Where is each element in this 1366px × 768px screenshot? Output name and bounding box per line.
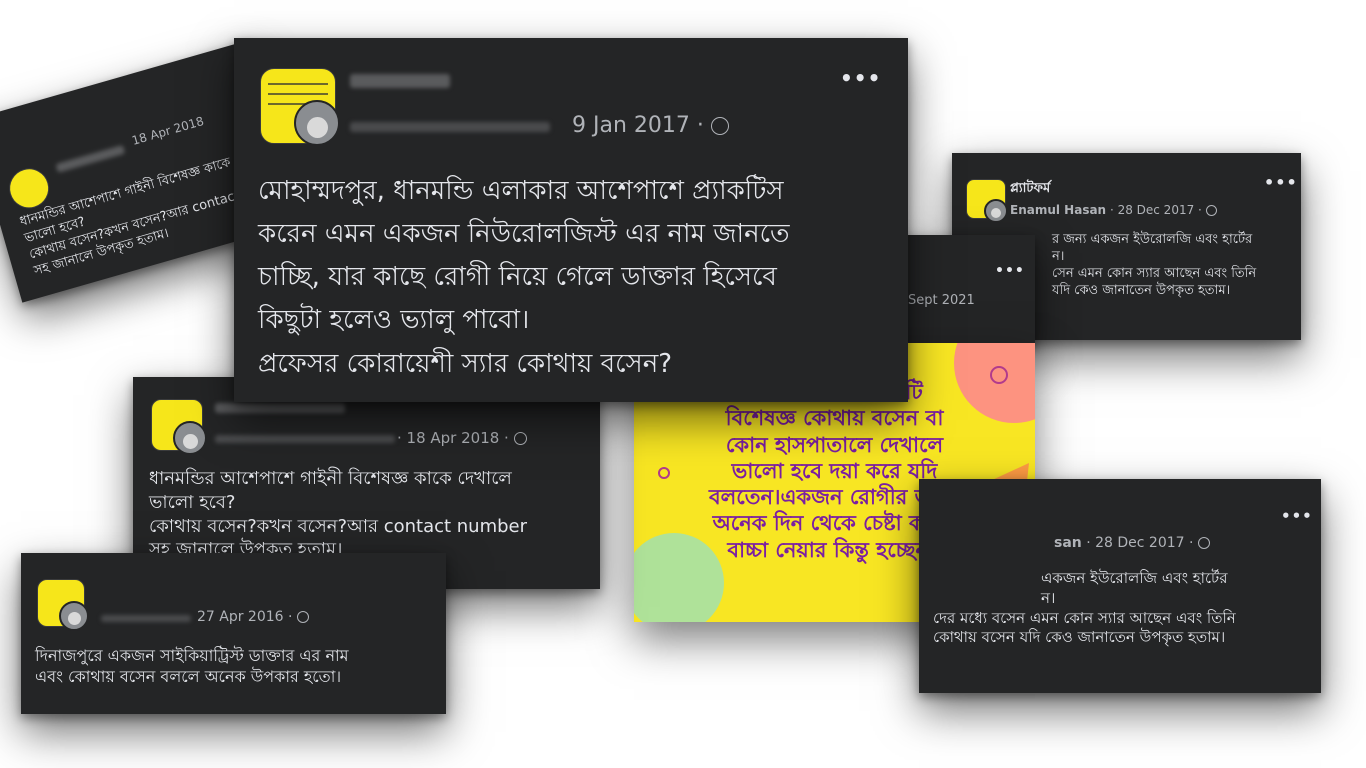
post-line: যদি কেও জানাতেন উপকৃত হতাম। [1052, 283, 1231, 299]
blurred-author-sub [215, 435, 395, 443]
post-line: প্রফেসর কোরায়েশী স্যার কোথায় বসেন? [258, 348, 673, 379]
globe-icon [710, 117, 729, 135]
post-date: 18 Apr 2018 [130, 113, 206, 148]
post-line: দের মধ্যে বসেন এমন কোন স্যার আছেন এবং তি… [933, 608, 1236, 627]
poster-line: কোন হাসপাতালে দেখালে [725, 432, 944, 457]
post-meta: 9 Jan 2017 · [572, 113, 729, 138]
author-avatar [984, 199, 1008, 223]
post-date[interactable]: 27 Apr 2016 · [197, 609, 292, 625]
more-options-icon[interactable]: ••• [1281, 507, 1313, 525]
post-line: ন। [1041, 588, 1056, 607]
more-options-icon[interactable]: ••• [840, 66, 881, 90]
globe-icon [513, 432, 527, 445]
dinajpur-post-card: 27 Apr 2016 · দিনাজপুরে একজন সাইকিয়াট্র… [21, 553, 446, 714]
author-name[interactable]: san [1054, 535, 1082, 551]
post-line: কিছুটা হলেও ভ্যালু পাবো। [258, 305, 530, 336]
post-meta: san · 28 Dec 2017 · [1054, 535, 1210, 551]
post-meta: Enamul Hasan · 28 Dec 2017 · [1010, 203, 1217, 217]
post-line: ন। [1052, 249, 1065, 265]
post-body: একজন ইউরোলজি এবং হার্টের ন। দের মধ্যে বস… [933, 569, 1236, 648]
blurred-author-name [55, 144, 126, 173]
blurred-author-name [350, 74, 450, 88]
blurred-author-sub [350, 122, 550, 132]
post-body: ধানমন্ডির আশেপাশে গাইনী বিশেষজ্ঞ কাকে দে… [149, 467, 527, 562]
post-body: র জন্য একজন ইউরোলজি এবং হার্টের ন। সেন এ… [1052, 231, 1256, 300]
group-name: প্ল্যাটফর্ম [1010, 181, 1051, 196]
post-body: মোহাম্মদপুর, ধানমন্ডি এলাকার আশেপাশে প্র… [258, 170, 790, 386]
more-options-icon[interactable]: ••• [995, 263, 1025, 279]
post-date[interactable]: · 28 Dec 2017 · [1086, 535, 1193, 551]
globe-icon [1197, 537, 1210, 549]
more-options-icon[interactable]: ••• [1264, 173, 1298, 192]
author-avatar [59, 601, 89, 631]
globe-icon [296, 611, 309, 623]
post-line: ধানমন্ডির আশেপাশে গাইনী বিশেষজ্ঞ কাকে দে… [149, 468, 512, 489]
poster-line: বিশেষজ্ঞ কোথায় বসেন বা [725, 406, 944, 431]
post-line: এবং কোথায় বসেন বললে অনেক উপকার হতো। [35, 667, 342, 687]
post-line: কোথায় বসেন যদি কেও জানাতেন উপকৃত হতাম। [933, 628, 1226, 647]
author-avatar [173, 421, 207, 455]
blurred-author-sub [101, 615, 191, 622]
post-line: দিনাজপুরে একজন সাইকিয়াট্রিস্ট ডাক্তার এ… [35, 646, 349, 665]
post-line: ভালো হবে? [149, 491, 236, 513]
post-line: চাচ্ছি, যার কাছে রোগী নিয়ে গেলে ডাক্তার… [258, 262, 777, 293]
post-line: একজন ইউরোলজি এবং হার্টের [1041, 569, 1228, 587]
post-date[interactable]: · 18 Apr 2018 · [397, 429, 509, 447]
post-line: করেন এমন একজন নিউরোলজিস্ট এর নাম জানতে [258, 219, 790, 250]
blurred-author-name [215, 403, 345, 413]
post-line: র জন্য একজন ইউরোলজি এবং হার্টের [1052, 232, 1253, 247]
author-name[interactable]: Enamul Hasan [1010, 203, 1106, 217]
main-post-card: 9 Jan 2017 · ••• মোহাম্মদপুর, ধানমন্ডি এ… [234, 38, 908, 402]
uro-post-bottom-card: san · 28 Dec 2017 · ••• একজন ইউরোলজি এবং… [919, 479, 1321, 693]
post-date[interactable]: · 28 Dec 2017 · [1110, 203, 1202, 217]
post-body: দিনাজপুরে একজন সাইকিয়াট্রিস্ট ডাক্তার এ… [35, 645, 349, 687]
post-meta: · 18 Apr 2018 · [397, 429, 527, 447]
globe-icon [1205, 205, 1217, 216]
post-meta: 27 Apr 2016 · [197, 609, 309, 625]
post-date: Sept 2021 [908, 293, 975, 308]
author-avatar [294, 100, 340, 146]
post-date[interactable]: 9 Jan 2017 · [572, 113, 704, 138]
post-line: কোথায় বসেন?কখন বসেন?আর contact number [149, 515, 528, 537]
post-line: সেন এমন কোন স্যার আছেন এবং তিনি [1052, 266, 1257, 282]
post-line: মোহাম্মদপুর, ধানমন্ডি এলাকার আশেপাশে প্র… [258, 176, 784, 206]
